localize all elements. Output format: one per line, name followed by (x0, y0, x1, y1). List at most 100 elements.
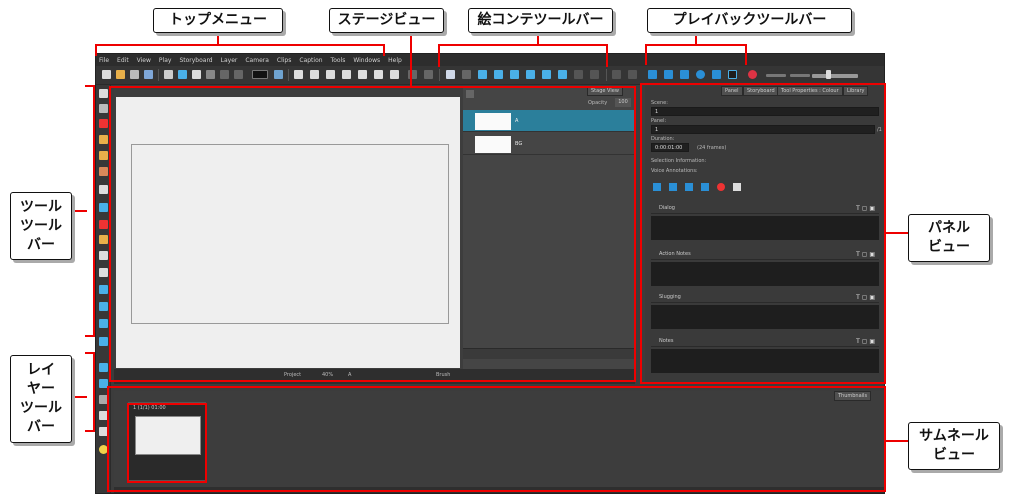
layer-toolbar-text-2: ヤー (27, 381, 55, 397)
cut-icon[interactable] (164, 70, 173, 79)
panel-view-box (640, 83, 886, 384)
morph-icon[interactable] (99, 337, 108, 346)
layer-toolbar-text-4: バー (27, 419, 55, 435)
speed-slider[interactable] (790, 74, 810, 77)
camera-icon[interactable] (462, 70, 471, 79)
play-icon[interactable] (680, 70, 689, 79)
panel-view-callout: パネル ビュー (908, 214, 990, 262)
duplicate-panel-icon[interactable] (526, 70, 535, 79)
split-panel-icon[interactable] (558, 70, 567, 79)
ellipse-icon[interactable] (99, 220, 108, 229)
menu-play[interactable]: Play (159, 57, 172, 64)
hand-icon[interactable] (99, 251, 108, 260)
layer-tool-icon[interactable] (99, 302, 108, 311)
rotate-icon[interactable] (99, 319, 108, 328)
undo-icon[interactable] (220, 70, 229, 79)
new-icon[interactable] (102, 70, 111, 79)
storyboard-toolbar-callout: 絵コンテツールバー (468, 8, 613, 33)
line-icon[interactable] (99, 235, 108, 244)
playback-toolbar-callout: プレイバックツールバー (647, 8, 852, 33)
playback-slider-handle[interactable] (826, 70, 831, 79)
view-icon[interactable] (342, 70, 351, 79)
menu-file[interactable]: File (99, 57, 109, 64)
panel-view-text-2: ビュー (928, 239, 970, 255)
menu-layer[interactable]: Layer (221, 57, 238, 64)
eraser-icon[interactable] (99, 167, 108, 176)
3d-icon[interactable] (446, 70, 455, 79)
stage-view-connector (410, 30, 412, 88)
zoom-icon[interactable] (99, 268, 108, 277)
menu-help[interactable]: Help (388, 57, 402, 64)
open-icon[interactable] (116, 70, 125, 79)
transform-icon[interactable] (424, 70, 433, 79)
play-selection-icon[interactable] (664, 70, 673, 79)
panel-layout-icon[interactable] (374, 70, 383, 79)
table-icon[interactable] (390, 70, 399, 79)
playback-slider[interactable] (812, 74, 858, 78)
menu-windows[interactable]: Windows (353, 57, 380, 64)
menu-edit[interactable]: Edit (117, 57, 129, 64)
storyboard-toolbar-bracket (438, 44, 608, 67)
menu-view[interactable]: View (137, 57, 151, 64)
panel-view-text-1: パネル (928, 220, 970, 236)
layout-icon[interactable] (310, 70, 319, 79)
split-view-icon[interactable] (358, 70, 367, 79)
scene-icon[interactable] (590, 70, 599, 79)
join-panel-icon[interactable] (574, 70, 583, 79)
thumbnail-view-callout: サムネール ビュー (908, 422, 1000, 470)
thumbnail-view-connector (886, 440, 908, 442)
align-icon[interactable] (326, 70, 335, 79)
pencil-icon[interactable] (99, 135, 108, 144)
first-frame-icon[interactable] (612, 70, 621, 79)
layer-toolbar-text-3: ツール (20, 400, 62, 416)
paint-icon[interactable] (99, 151, 108, 160)
camera-tool-icon[interactable] (99, 285, 108, 294)
thumbnail-highlight (127, 403, 207, 483)
redo-icon[interactable] (234, 70, 243, 79)
brush-icon[interactable] (99, 119, 108, 128)
layer-toolbar-callout: レイ ヤー ツール バー (10, 355, 72, 443)
menu-storyboard[interactable]: Storyboard (179, 57, 212, 64)
text-icon[interactable] (99, 185, 108, 194)
playback-toolbar-bracket (645, 44, 747, 65)
rectangle-icon[interactable] (99, 203, 108, 212)
add-layer-icon[interactable] (99, 363, 108, 372)
loop-icon[interactable] (696, 70, 705, 79)
brush-size-icon[interactable] (252, 70, 268, 79)
pen-icon[interactable] (274, 70, 283, 79)
paste-icon[interactable] (192, 70, 201, 79)
menu-clips[interactable]: Clips (277, 57, 291, 64)
layer-toolbar-connector (72, 396, 87, 398)
tools-toolbar-text-1: ツール (20, 198, 62, 215)
thumbnail-view-text-1: サムネール (919, 428, 989, 444)
play-start-icon[interactable] (648, 70, 657, 79)
tools-toolbar-text-3: バー (27, 236, 55, 253)
menu-tools[interactable]: Tools (331, 57, 346, 64)
thumbnail-view-text-2: ビュー (933, 447, 975, 463)
playback-mode-icon[interactable] (728, 70, 737, 79)
prev-panel-icon[interactable] (628, 70, 637, 79)
top-menu-callout: トップメニュー (153, 8, 283, 33)
layer-toolbar-text-1: レイ (27, 362, 55, 378)
delete-icon[interactable] (206, 70, 215, 79)
tools-toolbar-text-2: ツール (20, 217, 62, 234)
layer-toolbar-bracket (85, 352, 95, 432)
transform-tool-icon[interactable] (99, 104, 108, 113)
panel-after-icon[interactable] (510, 70, 519, 79)
record-icon[interactable] (748, 70, 757, 79)
grid-icon[interactable] (294, 70, 303, 79)
stage-view-box (109, 86, 636, 382)
volume-slider[interactable] (766, 74, 786, 77)
stage-view-callout: ステージビュー (329, 8, 444, 33)
copy-icon[interactable] (178, 70, 187, 79)
delete-panel-icon[interactable] (542, 70, 551, 79)
panel-before-icon[interactable] (494, 70, 503, 79)
menu-camera[interactable]: Camera (245, 57, 269, 64)
tools-toolbar-connector (72, 210, 87, 212)
select-icon[interactable] (99, 89, 108, 98)
new-panel-icon[interactable] (478, 70, 487, 79)
save-icon[interactable] (130, 70, 139, 79)
sound-icon[interactable] (712, 70, 721, 79)
save-as-icon[interactable] (144, 70, 153, 79)
menu-caption[interactable]: Caption (299, 57, 322, 64)
